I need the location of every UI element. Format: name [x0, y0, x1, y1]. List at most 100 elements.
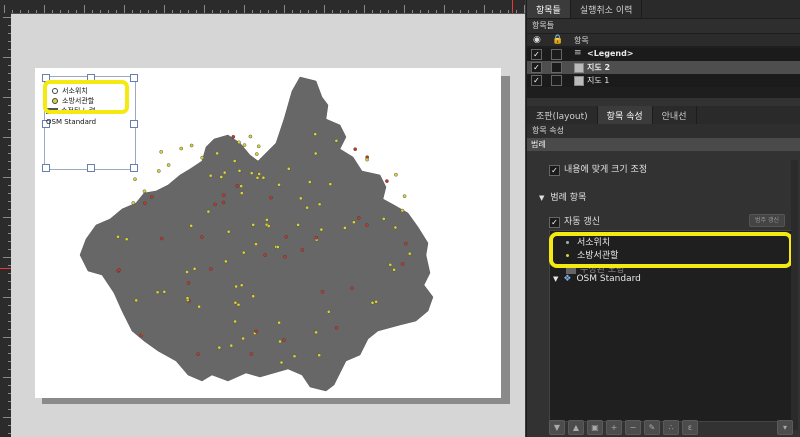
location-point — [352, 220, 356, 224]
ruler-tick — [412, 10, 413, 13]
map-icon — [574, 63, 584, 73]
ruler-tick — [236, 10, 237, 13]
ruler-tick — [44, 5, 45, 13]
resize-handle-bl[interactable] — [42, 164, 50, 172]
ruler-tick — [220, 10, 221, 13]
ruler-tick — [3, 57, 11, 58]
ruler-tick — [108, 10, 109, 13]
lock-checkbox[interactable] — [551, 75, 562, 86]
location-point — [185, 270, 189, 274]
location-point — [279, 360, 284, 365]
ruler-tick — [12, 10, 13, 13]
item-row-legend[interactable]: ✓ ≡ <Legend> — [527, 48, 800, 61]
ruler-tick — [3, 377, 11, 378]
ruler-tick — [84, 5, 85, 13]
ruler-tick — [404, 5, 405, 13]
location-point — [254, 242, 258, 246]
location-point — [215, 151, 219, 156]
location-point — [278, 339, 282, 344]
item-label: 지도 1 — [587, 76, 610, 85]
location-point — [251, 294, 255, 298]
visibility-checkbox[interactable]: ✓ — [531, 75, 542, 86]
map-icon — [574, 76, 584, 86]
location-point — [233, 300, 238, 305]
tab-undo-history[interactable]: 실행취소 이력 — [571, 0, 643, 18]
tab-item-properties[interactable]: 항목 속성 — [597, 106, 653, 124]
location-point — [307, 180, 312, 184]
visibility-checkbox[interactable]: ✓ — [531, 62, 542, 73]
ruler-tick — [100, 10, 101, 13]
lock-icon[interactable]: 🔒 — [552, 35, 563, 45]
fire-station-point — [284, 234, 288, 239]
location-point — [248, 134, 253, 139]
item-row-map2[interactable]: ✓ 지도 2 — [527, 61, 800, 74]
legend-items-toolbar: ▼ ▲ ▣ + − ✎ ∴ ε ▾ — [549, 420, 793, 437]
collapse-arrow-icon[interactable]: ▼ — [539, 194, 544, 202]
location-point — [226, 229, 231, 234]
add-group-button[interactable]: ▣ — [587, 420, 603, 435]
location-point — [242, 143, 247, 147]
location-point — [319, 227, 324, 232]
tab-items[interactable]: 항목들 — [527, 0, 571, 18]
ruler-tick — [508, 10, 509, 13]
auto-update-checkbox[interactable]: ✓ — [549, 217, 560, 228]
tab-guides[interactable]: 안내선 — [653, 106, 697, 124]
refresh-legend-button[interactable]: 범주 갱신 — [749, 214, 785, 227]
fire-station-point — [385, 179, 389, 183]
resize-handle-bm[interactable] — [87, 164, 95, 172]
legend-items-group-header[interactable]: ▼ 범례 항목 — [539, 190, 586, 203]
expand-arrow-icon[interactable]: ▼ — [553, 275, 558, 283]
location-point — [326, 309, 331, 314]
filter-button[interactable]: ∴ — [663, 420, 679, 435]
ruler-tick — [524, 5, 525, 13]
fit-content-row[interactable]: ✓ 내용에 맞게 크기 조정 — [549, 162, 647, 176]
fire-station-point — [221, 193, 226, 197]
ruler-tick — [300, 10, 301, 13]
ruler-tick — [228, 10, 229, 13]
location-point — [229, 343, 234, 348]
ruler-tick — [308, 10, 309, 13]
location-point — [254, 152, 259, 156]
remove-item-button[interactable]: − — [625, 420, 641, 435]
lock-checkbox[interactable] — [551, 49, 562, 60]
resize-handle-mr[interactable] — [130, 120, 138, 128]
location-point — [394, 172, 398, 177]
fire-station-point — [353, 147, 358, 151]
ruler-tick — [124, 5, 125, 13]
move-down-button[interactable]: ▼ — [549, 420, 565, 435]
auto-update-row[interactable]: ✓ 자동 갱신 — [549, 214, 600, 228]
visibility-eye-icon[interactable]: ◉ — [533, 35, 541, 45]
menu-dropdown-button[interactable]: ▾ — [777, 420, 793, 435]
lock-checkbox[interactable] — [551, 62, 562, 73]
ruler-tick — [68, 10, 69, 13]
tab-layout[interactable]: 조판(layout) — [527, 106, 598, 124]
fit-content-checkbox[interactable]: ✓ — [549, 165, 560, 176]
location-point — [239, 283, 244, 287]
ruler-tick — [156, 10, 157, 13]
expression-button[interactable]: ε — [682, 420, 698, 435]
location-point — [219, 175, 224, 179]
location-point — [233, 319, 237, 324]
fire-station-point — [221, 200, 226, 205]
item-row-map1[interactable]: ✓ 지도 1 — [527, 74, 800, 87]
ruler-tick — [180, 10, 181, 13]
fire-station-point — [254, 329, 258, 334]
add-item-button[interactable]: + — [606, 420, 622, 435]
visibility-checkbox[interactable]: ✓ — [531, 49, 542, 60]
move-up-button[interactable]: ▲ — [568, 420, 584, 435]
edit-item-button[interactable]: ✎ — [644, 420, 660, 435]
resize-handle-tr[interactable] — [130, 74, 138, 82]
location-point — [241, 336, 245, 341]
legend-tree-item-3[interactable]: ▼ ❖ OSM Standard — [553, 274, 641, 284]
resize-handle-br[interactable] — [130, 164, 138, 172]
location-point — [241, 250, 246, 255]
location-point — [234, 284, 238, 289]
ruler-tick — [356, 10, 357, 13]
ruler-tick — [388, 10, 389, 13]
ruler-tick — [148, 10, 149, 13]
properties-scrollbar[interactable] — [791, 160, 798, 430]
ruler-tick — [364, 5, 365, 13]
location-point — [200, 155, 204, 160]
ruler-tick — [3, 97, 11, 98]
fire-station-point — [300, 248, 305, 252]
